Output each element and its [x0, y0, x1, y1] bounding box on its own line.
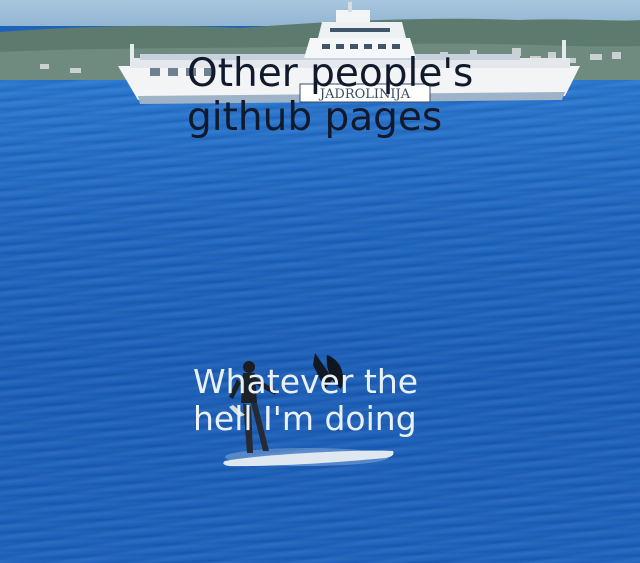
- sea: [0, 80, 640, 563]
- top-caption: Other people's github pages: [187, 51, 474, 140]
- bottom-caption: Whatever the hell I'm doing: [193, 362, 419, 438]
- meme-image: JADROLINIJA Other people's github pages …: [0, 0, 640, 563]
